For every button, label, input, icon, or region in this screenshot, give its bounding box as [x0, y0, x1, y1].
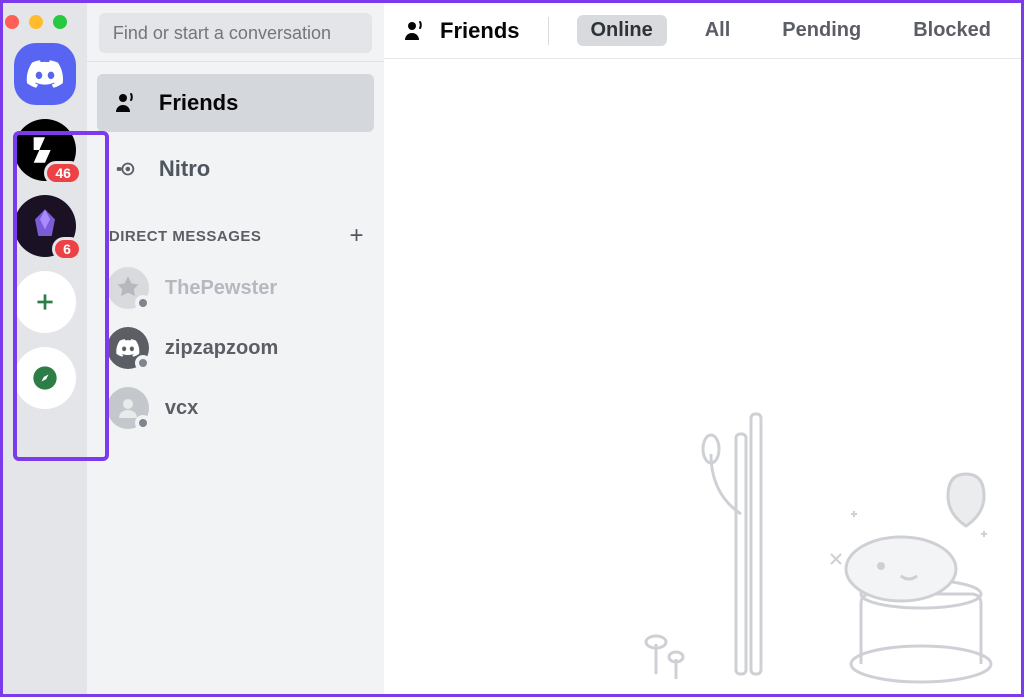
status-offline-icon [135, 295, 151, 311]
nitro-nav[interactable]: Nitro [97, 140, 374, 198]
channel-sidebar: Friends Nitro DIRECT MESSAGES + ThePewst… [87, 3, 384, 694]
tab-pending[interactable]: Pending [768, 15, 875, 46]
window-close-button[interactable] [5, 15, 19, 29]
dm-item-zipzapzoom[interactable]: zipzapzoom [97, 320, 374, 376]
divider [548, 17, 549, 45]
empty-state-illustration [601, 394, 1021, 694]
explore-servers-button[interactable] [14, 347, 76, 409]
discord-avatar-icon [116, 339, 140, 357]
topbar-title-group: Friends [400, 18, 519, 44]
dm-name: zipzapzoom [165, 337, 278, 360]
avatar [107, 267, 149, 309]
topbar-title: Friends [440, 18, 519, 44]
compass-icon [31, 364, 59, 392]
nitro-nav-label: Nitro [159, 156, 210, 182]
plus-icon [32, 289, 58, 315]
discord-logo-icon [26, 60, 64, 88]
dm-section-header: DIRECT MESSAGES + [87, 202, 384, 258]
dm-name: vcx [165, 397, 198, 420]
avatar [107, 327, 149, 369]
new-dm-button[interactable]: + [350, 222, 365, 250]
nitro-icon [111, 158, 141, 180]
dm-header-label: DIRECT MESSAGES [109, 228, 262, 245]
dm-name: ThePewster [165, 277, 277, 300]
avatar [107, 387, 149, 429]
tab-all[interactable]: All [691, 15, 745, 46]
home-button[interactable] [14, 43, 76, 105]
search-input[interactable] [99, 13, 372, 53]
tab-blocked[interactable]: Blocked [899, 15, 1005, 46]
main-area: Friends Online All Pending Blocked [384, 3, 1021, 694]
friends-nav[interactable]: Friends [97, 74, 374, 132]
server-badge-2: 6 [52, 237, 82, 261]
window-controls [5, 15, 67, 29]
status-offline-icon [135, 415, 151, 431]
server-rail: 46 6 [3, 3, 87, 694]
default-avatar-icon [116, 396, 140, 420]
main-body [384, 59, 1021, 694]
tab-online[interactable]: Online [577, 15, 667, 46]
topbar: Friends Online All Pending Blocked [384, 3, 1021, 59]
dm-item-thepewster[interactable]: ThePewster [97, 260, 374, 316]
server-badge-1: 46 [44, 161, 82, 185]
status-offline-icon [135, 355, 151, 371]
server-item-1[interactable]: 46 [14, 119, 76, 181]
server-item-2[interactable]: 6 [14, 195, 76, 257]
add-server-button[interactable] [14, 271, 76, 333]
window-minimize-button[interactable] [29, 15, 43, 29]
sidebar-divider [87, 61, 384, 62]
window-maximize-button[interactable] [53, 15, 67, 29]
friends-nav-label: Friends [159, 90, 238, 116]
friends-icon [400, 19, 430, 43]
friends-icon [111, 91, 141, 115]
dm-item-vcx[interactable]: vcx [97, 380, 374, 436]
